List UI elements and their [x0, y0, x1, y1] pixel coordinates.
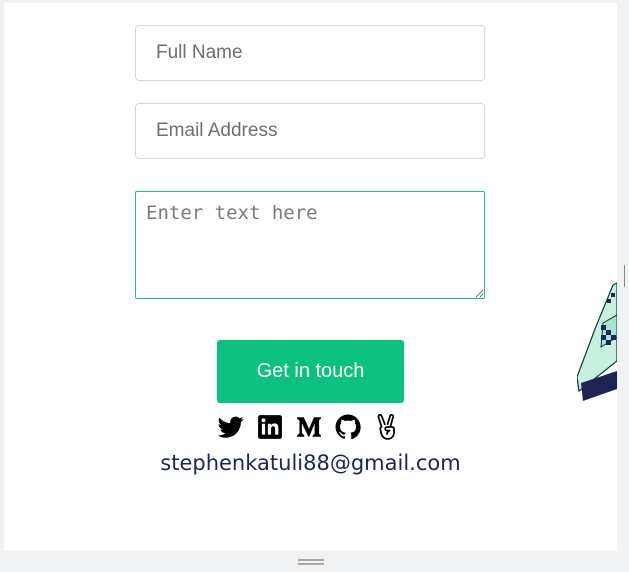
- full-name-input[interactable]: [135, 25, 485, 81]
- medium-icon[interactable]: [296, 414, 322, 440]
- contact-section: Get in touch stephenkatuli88@gmail.com: [4, 3, 618, 551]
- twitter-icon[interactable]: [218, 414, 244, 440]
- social-links: [218, 413, 400, 441]
- email-address-input[interactable]: [135, 103, 485, 159]
- decorative-illustration: [576, 273, 618, 403]
- contact-email: stephenkatuli88@gmail.com: [160, 451, 461, 475]
- get-in-touch-button[interactable]: Get in touch: [217, 340, 404, 403]
- message-textarea[interactable]: [135, 191, 485, 299]
- resize-handle[interactable]: [298, 559, 324, 565]
- scrollbar-thumb[interactable]: [624, 265, 629, 287]
- github-icon[interactable]: [335, 414, 361, 440]
- victory-hand-icon[interactable]: [374, 414, 400, 440]
- linkedin-icon[interactable]: [257, 414, 283, 440]
